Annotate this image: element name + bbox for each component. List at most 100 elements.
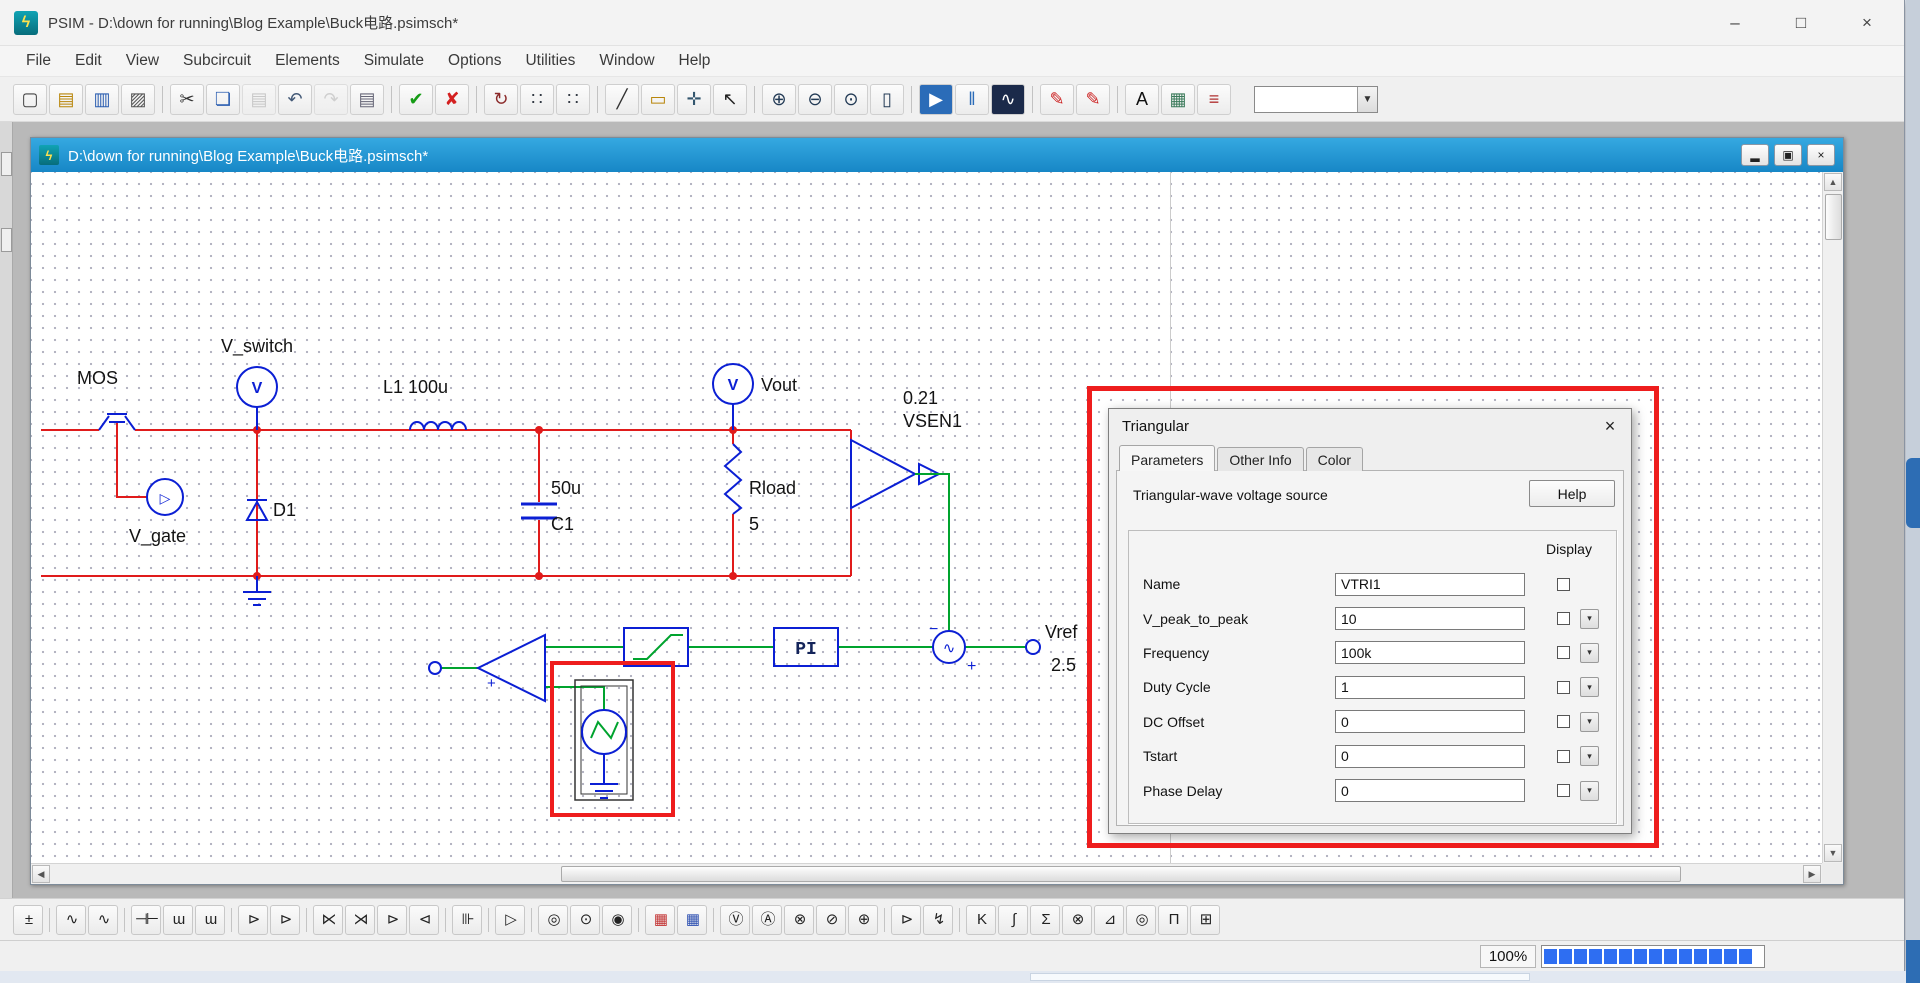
chevron-down-icon[interactable]: ▼: [1357, 86, 1377, 112]
voltage-source-button[interactable]: ⊙: [570, 904, 600, 935]
element-list-button[interactable]: ▦: [1161, 83, 1195, 115]
inductor-button[interactable]: ɯ: [163, 904, 193, 935]
limiter-block[interactable]: [623, 627, 689, 667]
summer-button[interactable]: Σ: [1030, 904, 1060, 935]
dialog-title-bar[interactable]: Triangular ×: [1109, 409, 1631, 443]
gate-source-symbol[interactable]: ▷: [146, 478, 184, 516]
scroll-left-icon[interactable]: ◀: [32, 865, 50, 883]
diode-button[interactable]: ⊳: [238, 904, 268, 935]
vref-terminal[interactable]: [1025, 639, 1041, 655]
help-button[interactable]: Help: [1529, 480, 1615, 507]
function-block-button[interactable]: ⊞: [1190, 904, 1220, 935]
undo-button[interactable]: ↶: [278, 83, 312, 115]
transformer-button[interactable]: ⊪: [452, 904, 482, 935]
assign-node-button[interactable]: ∷: [556, 83, 590, 115]
gating-block-button[interactable]: ⊳: [891, 904, 921, 935]
netlist-button[interactable]: ≡: [1197, 83, 1231, 115]
dc-source-button[interactable]: ±: [13, 904, 43, 935]
pause-simulation-button[interactable]: ‖: [955, 83, 989, 115]
select-button[interactable]: ↖: [713, 83, 747, 115]
igbt-button[interactable]: ⋊: [345, 904, 375, 935]
wattmeter-button[interactable]: ⊗: [784, 904, 814, 935]
horizontal-scroll-thumb[interactable]: [561, 866, 1681, 882]
value-dropdown-tstart[interactable]: ▾: [1580, 746, 1599, 767]
menu-view[interactable]: View: [114, 48, 171, 74]
node-probe-button[interactable]: ◎: [538, 904, 568, 935]
child-minimize-button[interactable]: ▂: [1741, 144, 1769, 166]
run-check-button[interactable]: ✔: [399, 83, 433, 115]
value-dropdown-dc-offset[interactable]: ▾: [1580, 711, 1599, 732]
save-file-button[interactable]: ▥: [85, 83, 119, 115]
value-dropdown-duty-cycle[interactable]: ▾: [1580, 677, 1599, 698]
menu-file[interactable]: File: [14, 48, 63, 74]
param-input-phase-delay[interactable]: [1335, 779, 1525, 803]
redo-button[interactable]: ↷: [314, 83, 348, 115]
place-label-button[interactable]: ▭: [641, 83, 675, 115]
param-input-name[interactable]: [1335, 572, 1525, 596]
tab-other-info[interactable]: Other Info: [1217, 447, 1304, 471]
current-source-button[interactable]: ◉: [602, 904, 632, 935]
open-file-button[interactable]: ▤: [49, 83, 83, 115]
ammeter-button[interactable]: Ⓐ: [752, 904, 782, 935]
rotate-button[interactable]: ↻: [484, 83, 518, 115]
menu-subcircuit[interactable]: Subcircuit: [171, 48, 263, 74]
integrator-button[interactable]: ∫: [998, 904, 1028, 935]
zoom-in-button[interactable]: ⊕: [762, 83, 796, 115]
limiter-button[interactable]: ⊿: [1094, 904, 1124, 935]
text-tool-button[interactable]: A: [1125, 83, 1159, 115]
vout-probe[interactable]: V: [712, 363, 754, 430]
child-restore-button[interactable]: ▣: [1774, 144, 1802, 166]
scope-blue-button[interactable]: ▦: [677, 904, 707, 935]
cut-button[interactable]: ✂: [170, 83, 204, 115]
display-checkbox-tstart[interactable]: [1557, 749, 1570, 763]
print-button[interactable]: ▨: [121, 83, 155, 115]
thyristor-button[interactable]: ⊳: [377, 904, 407, 935]
menu-utilities[interactable]: Utilities: [513, 48, 587, 74]
display-checkbox-phase-delay[interactable]: [1557, 784, 1570, 798]
ground-symbol[interactable]: [243, 576, 271, 606]
menu-window[interactable]: Window: [587, 48, 666, 74]
child-close-button[interactable]: ×: [1807, 144, 1835, 166]
triac-button[interactable]: ⊲: [409, 904, 439, 935]
horizontal-scrollbar[interactable]: ◀ ▶: [31, 863, 1822, 884]
view-waveform-button[interactable]: ∿: [991, 83, 1025, 115]
fit-page-button[interactable]: ▯: [870, 83, 904, 115]
resistor-symbol[interactable]: [723, 443, 743, 515]
gain-block-button[interactable]: K: [966, 904, 996, 935]
coupled-inductor-button[interactable]: ɯ: [195, 904, 225, 935]
sensor-button[interactable]: ◎: [1126, 904, 1156, 935]
param-input-duty-cycle[interactable]: [1335, 675, 1525, 699]
voltmeter-button[interactable]: Ⓥ: [720, 904, 750, 935]
voltage-probe-tool-button[interactable]: ✎: [1040, 83, 1074, 115]
paste-button[interactable]: ▤: [242, 83, 276, 115]
multiplier-button[interactable]: ⊗: [1062, 904, 1092, 935]
zoom-combo[interactable]: ▼: [1254, 85, 1378, 113]
scope-red-button[interactable]: ▦: [645, 904, 675, 935]
run-simulation-button[interactable]: ▶: [919, 83, 953, 115]
value-dropdown-phase-delay[interactable]: ▾: [1580, 780, 1599, 801]
menu-help[interactable]: Help: [667, 48, 723, 74]
v-switch-probe[interactable]: V: [236, 366, 278, 430]
vertical-scrollbar[interactable]: ▲ ▼: [1822, 172, 1843, 863]
capacitor-button[interactable]: ⊣⊢: [131, 904, 161, 935]
param-input-frequency[interactable]: [1335, 641, 1525, 665]
dialog-close-button[interactable]: ×: [1597, 414, 1623, 438]
param-input-dc-offset[interactable]: [1335, 710, 1525, 734]
display-checkbox-name[interactable]: [1557, 577, 1570, 591]
minimize-button[interactable]: –: [1702, 0, 1768, 46]
op-amp-button[interactable]: ▷: [495, 904, 525, 935]
display-checkbox-frequency[interactable]: [1557, 646, 1570, 660]
frequency-meter-button[interactable]: ⊕: [848, 904, 878, 935]
scroll-up-icon[interactable]: ▲: [1824, 173, 1842, 191]
vertical-scroll-thumb[interactable]: [1825, 194, 1842, 240]
menu-edit[interactable]: Edit: [63, 48, 114, 74]
param-input-tstart[interactable]: [1335, 744, 1525, 768]
pan-button[interactable]: ✛: [677, 83, 711, 115]
control-wires[interactable]: [441, 473, 1026, 710]
current-probe-tool-button[interactable]: ✎: [1076, 83, 1110, 115]
display-checkbox-dc-offset[interactable]: [1557, 715, 1570, 729]
resistor-button[interactable]: ∿: [56, 904, 86, 935]
zoom-area-button[interactable]: ⊙: [834, 83, 868, 115]
mosfet-button[interactable]: ⋉: [313, 904, 343, 935]
scroll-right-icon[interactable]: ▶: [1803, 865, 1821, 883]
